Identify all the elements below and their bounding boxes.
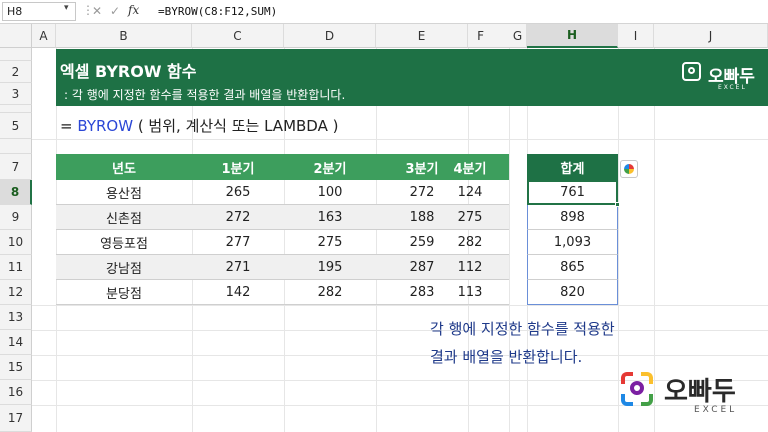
table-cell-q1-value[interactable]: 271 [192,255,284,280]
column-header-g[interactable]: G [509,24,527,48]
column-header-i[interactable]: I [618,24,654,48]
row-header-5[interactable]: 5 [0,113,32,139]
fill-handle[interactable] [615,202,620,207]
banner-logo-eye-icon [688,67,695,74]
copilot-icon [624,164,634,174]
row-header-16[interactable]: 16 [0,380,32,405]
column-header-c[interactable]: C [192,24,284,48]
gridline [32,330,768,331]
gridline [32,139,768,140]
table-cell-q2-value[interactable]: 195 [284,255,376,280]
syntax-function-name: BYROW [77,117,134,135]
table-header-q2[interactable]: 2분기 [284,154,376,180]
syntax-prefix: = [60,117,78,135]
row-header-10[interactable]: 10 [0,230,32,255]
logo-frame-blue-icon [621,394,633,406]
formula-input[interactable]: =BYROW(C8:F12,SUM) [158,5,277,18]
table-cell-store-name[interactable]: 신촌점 [56,205,192,230]
column-header-e[interactable]: E [376,24,468,48]
select-all-corner[interactable] [0,24,32,48]
row-header-7[interactable]: 7 [0,154,32,180]
table-header-year[interactable]: 년도 [56,154,192,180]
table-cell-q4-text: 113 [457,285,483,300]
table-cell-store-name[interactable]: 분당점 [56,280,192,305]
row-header-8[interactable]: 8 [0,180,32,205]
row-header-9[interactable]: 9 [0,205,32,230]
logo-text: 오빠두 [664,377,736,407]
sum-cell[interactable]: 865 [527,255,618,280]
column-header-h[interactable]: H [527,24,618,48]
row-header-2[interactable]: 2 [0,61,32,83]
banner-logo-subtext: EXCEL [718,84,747,91]
syntax-arguments: ( 범위, 계산식 또는 LAMBDA ) [133,117,339,135]
table-cell-q1-value[interactable]: 265 [192,180,284,205]
column-header-a[interactable]: A [32,24,56,48]
table-cell-q4-text: 275 [457,210,483,225]
row-header-1[interactable] [0,48,32,61]
logo-eye-icon [630,381,644,395]
gridline [32,405,768,406]
table-cell-q1-value[interactable]: 142 [192,280,284,305]
note-line-2: 결과 배열을 반환합니다. [430,348,583,366]
logo-subtext: EXCEL [694,405,738,415]
insert-function-icon[interactable]: fx [128,3,139,17]
table-cell-q4-text: 112 [457,260,483,275]
row-header-3[interactable]: 3 [0,83,32,105]
sum-header[interactable]: 합계 [527,154,618,180]
row-header-13[interactable]: 13 [0,305,32,330]
column-header-d[interactable]: D [284,24,376,48]
row-header-14[interactable]: 14 [0,330,32,355]
gridline [32,355,768,356]
table-cell-q1-value[interactable]: 277 [192,230,284,255]
row-header-15[interactable]: 15 [0,355,32,380]
gridline [32,380,768,381]
gridline [32,305,768,306]
enter-check-icon[interactable]: ✓ [110,4,120,18]
row-header-4[interactable] [0,105,32,113]
cancel-icon[interactable]: ✕ [92,4,102,18]
sum-cell-active[interactable]: 761 [527,180,618,205]
row-header-11[interactable]: 11 [0,255,32,280]
row-header-12[interactable]: 12 [0,280,32,305]
table-cell-q4-text: 124 [457,185,483,200]
table-cell-q2-value[interactable]: 100 [284,180,376,205]
table-header-q4[interactable]: 4분기 [431,154,509,180]
sum-cell[interactable]: 898 [527,205,618,230]
note-line-1: 각 행에 지정한 함수를 적용한 [430,320,615,338]
table-header-q1[interactable]: 1분기 [192,154,284,180]
sum-cell[interactable]: 1,093 [527,230,618,255]
column-header-b[interactable]: B [56,24,192,48]
row-header-6[interactable] [0,139,32,154]
column-header-j[interactable]: J [654,24,768,48]
table-cell-q2-value[interactable]: 163 [284,205,376,230]
sum-cell[interactable]: 820 [527,280,618,305]
banner-title: 엑셀 BYROW 함수 [60,62,197,81]
banner-subtitle: : 각 행에 지정한 함수를 적용한 결과 배열을 반환합니다. [64,88,346,102]
table-cell-store-name[interactable]: 강남점 [56,255,192,280]
row-header-17[interactable]: 17 [0,405,32,432]
name-box-dropdown-icon[interactable]: ▾ [64,3,69,13]
logo-frame-yellow-icon [641,372,653,384]
table-cell-q2-value[interactable]: 282 [284,280,376,305]
table-cell-q4-text: 282 [457,235,483,250]
table-cell-q1-value[interactable]: 272 [192,205,284,230]
table-cell-store-name[interactable]: 영등포점 [56,230,192,255]
function-syntax[interactable]: = BYROW ( 범위, 계산식 또는 LAMBDA ) [60,115,338,136]
table-cell-q2-value[interactable]: 275 [284,230,376,255]
logo-frame-green-icon [641,394,653,406]
table-cell-store-name[interactable]: 용산점 [56,180,192,205]
